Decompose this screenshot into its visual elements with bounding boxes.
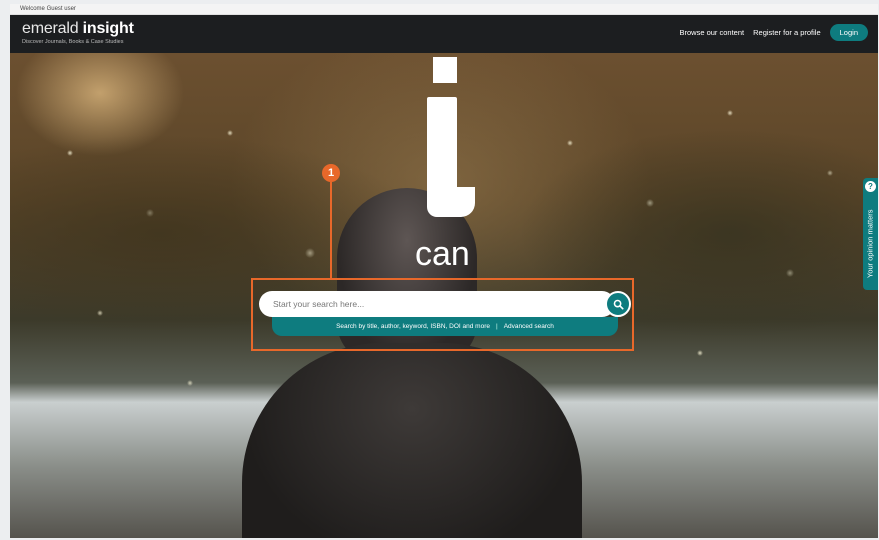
header-nav: Browse our content Register for a profil… <box>679 24 868 41</box>
hint-separator: | <box>495 323 498 330</box>
search-button[interactable] <box>605 291 631 317</box>
headline-i-graphic <box>415 57 475 217</box>
search-hint-bar: Search by title, author, keyword, ISBN, … <box>272 317 618 336</box>
search-hint-text: Search by title, author, keyword, ISBN, … <box>336 323 490 330</box>
search-bar <box>259 291 631 317</box>
question-icon: ? <box>865 181 876 192</box>
callout-line <box>330 182 332 278</box>
browse-content-link[interactable]: Browse our content <box>679 28 744 37</box>
site-header: emerald insight Discover Journals, Books… <box>10 15 878 53</box>
logo-bold-text: insight <box>82 20 134 37</box>
callout-marker: 1 <box>322 164 340 182</box>
hero-banner: can 1 Search by title, author, keyword, … <box>10 53 878 538</box>
logo-wordmark: emerald insight <box>22 21 134 37</box>
login-button[interactable]: Login <box>829 24 868 41</box>
logo-tagline: Discover Journals, Books & Case Studies <box>22 39 124 45</box>
advanced-search-link[interactable]: Advanced search <box>504 323 554 330</box>
headline-word: can <box>415 235 470 273</box>
browser-viewport: Welcome Guest user emerald insight Disco… <box>10 4 878 538</box>
logo-light-text: emerald <box>22 20 79 37</box>
feedback-tab[interactable]: ? Your opinion matters <box>863 178 878 290</box>
hero-person-body <box>242 343 582 538</box>
search-input[interactable] <box>259 291 615 317</box>
register-profile-link[interactable]: Register for a profile <box>753 28 821 37</box>
search-icon <box>613 299 624 310</box>
feedback-tab-label: Your opinion matters <box>865 209 875 279</box>
welcome-bar: Welcome Guest user <box>10 4 878 15</box>
emerald-insight-logo[interactable]: emerald insight Discover Journals, Books… <box>22 21 134 46</box>
welcome-text: Welcome Guest user <box>20 6 76 12</box>
